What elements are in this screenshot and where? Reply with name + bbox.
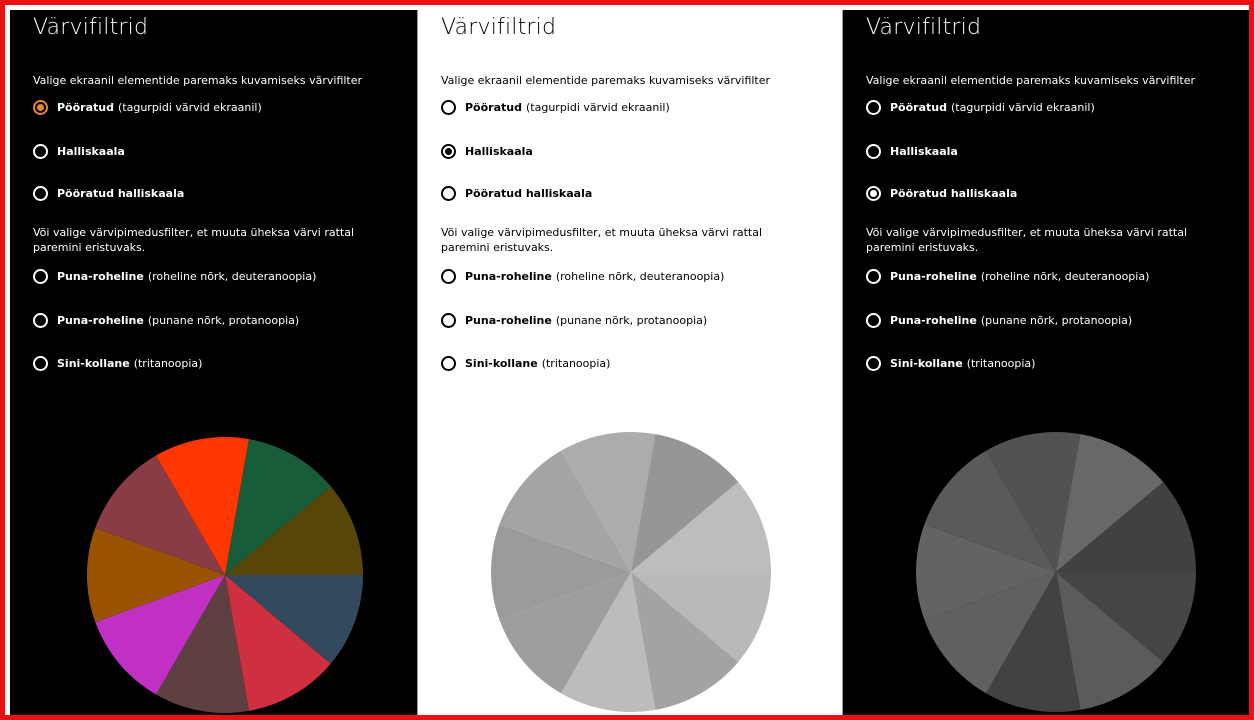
filter-description: Valige ekraanil elementide paremaks kuva… <box>33 74 363 87</box>
option-label: Halliskaala <box>57 145 125 158</box>
radio-button-icon[interactable] <box>441 356 456 371</box>
radio-button-icon[interactable] <box>33 100 48 115</box>
option-detail: (roheline nõrk, deuteranoopia) <box>555 270 725 283</box>
colorblind-description: Või valige värvipimedusfilter, et muuta … <box>441 226 763 254</box>
colorblind-description: Või valige värvipimedusfilter, et muuta … <box>33 226 355 254</box>
radio-option-protanopia[interactable]: Puna-roheline (punane nõrk, protanoopia) <box>866 313 1132 328</box>
option-label: Sini-kollane <box>465 357 538 370</box>
radio-option-grayscale[interactable]: Halliskaala <box>441 144 533 159</box>
radio-option-deuteranopia[interactable]: Puna-roheline (roheline nõrk, deuteranoo… <box>866 269 1149 284</box>
radio-button-icon[interactable] <box>33 269 48 284</box>
option-label: Pööratud halliskaala <box>890 187 1018 200</box>
option-label: Puna-roheline <box>465 270 552 283</box>
radio-button-icon[interactable] <box>441 144 456 159</box>
radio-option-deuteranopia[interactable]: Puna-roheline (roheline nõrk, deuteranoo… <box>441 269 724 284</box>
radio-button-icon[interactable] <box>866 100 881 115</box>
option-detail: (roheline nõrk, deuteranoopia) <box>147 270 317 283</box>
option-detail: (tritanoopia) <box>541 357 611 370</box>
radio-option-tritanopia[interactable]: Sini-kollane (tritanoopia) <box>866 356 1035 371</box>
option-label: Pööratud <box>57 101 114 114</box>
option-label: Puna-roheline <box>890 314 977 327</box>
filter-description: Valige ekraanil elementide paremaks kuva… <box>441 74 771 87</box>
color-wheel <box>491 432 771 712</box>
option-label: Puna-roheline <box>57 314 144 327</box>
option-label: Puna-roheline <box>890 270 977 283</box>
radio-option-inverted-grayscale[interactable]: Pööratud halliskaala <box>441 186 592 201</box>
filter-description: Valige ekraanil elementide paremaks kuva… <box>866 74 1196 87</box>
panel-inverted: Värvifiltrid Valige ekraanil elementide … <box>10 10 417 715</box>
radio-option-grayscale[interactable]: Halliskaala <box>33 144 125 159</box>
option-detail: (punane nõrk, protanoopia) <box>980 314 1133 327</box>
option-detail: (roheline nõrk, deuteranoopia) <box>980 270 1150 283</box>
radio-option-deuteranopia[interactable]: Puna-roheline (roheline nõrk, deuteranoo… <box>33 269 316 284</box>
radio-button-icon[interactable] <box>866 313 881 328</box>
radio-option-inverted[interactable]: Pööratud (tagurpidi värvid ekraanil) <box>33 100 262 115</box>
option-detail: (tagurpidi värvid ekraanil) <box>118 101 262 114</box>
option-label: Pööratud <box>465 101 522 114</box>
radio-option-protanopia[interactable]: Puna-roheline (punane nõrk, protanoopia) <box>441 313 707 328</box>
radio-option-inverted-grayscale[interactable]: Pööratud halliskaala <box>33 186 184 201</box>
option-label: Pööratud halliskaala <box>465 187 593 200</box>
option-label: Pööratud <box>890 101 947 114</box>
radio-option-tritanopia[interactable]: Sini-kollane (tritanoopia) <box>441 356 610 371</box>
option-label: Puna-roheline <box>465 314 552 327</box>
option-label: Pööratud halliskaala <box>57 187 185 200</box>
option-detail: (tritanoopia) <box>133 357 203 370</box>
radio-option-protanopia[interactable]: Puna-roheline (punane nõrk, protanoopia) <box>33 313 299 328</box>
option-detail: (tagurpidi värvid ekraanil) <box>951 101 1095 114</box>
page-title: Värvifiltrid <box>866 15 982 40</box>
radio-button-icon[interactable] <box>441 269 456 284</box>
option-detail: (tagurpidi värvid ekraanil) <box>526 101 670 114</box>
color-wheel <box>86 437 363 713</box>
radio-button-icon[interactable] <box>866 186 881 201</box>
radio-button-icon[interactable] <box>33 144 48 159</box>
radio-button-icon[interactable] <box>866 144 881 159</box>
page-title: Värvifiltrid <box>33 15 149 40</box>
radio-button-icon[interactable] <box>33 186 48 201</box>
colorblind-description: Või valige värvipimedusfilter, et muuta … <box>866 226 1188 254</box>
radio-button-icon[interactable] <box>866 269 881 284</box>
radio-option-inverted-grayscale[interactable]: Pööratud halliskaala <box>866 186 1017 201</box>
option-label: Halliskaala <box>465 145 533 158</box>
radio-button-icon[interactable] <box>33 313 48 328</box>
option-detail: (punane nõrk, protanoopia) <box>555 314 708 327</box>
option-label: Halliskaala <box>890 145 958 158</box>
radio-option-inverted[interactable]: Pööratud (tagurpidi värvid ekraanil) <box>441 100 670 115</box>
radio-button-icon[interactable] <box>33 356 48 371</box>
radio-button-icon[interactable] <box>866 356 881 371</box>
radio-button-icon[interactable] <box>441 186 456 201</box>
color-wheel <box>916 432 1196 712</box>
radio-button-icon[interactable] <box>441 100 456 115</box>
page-title: Värvifiltrid <box>441 15 557 40</box>
option-detail: (punane nõrk, protanoopia) <box>147 314 300 327</box>
option-label: Puna-roheline <box>57 270 144 283</box>
option-detail: (tritanoopia) <box>966 357 1036 370</box>
radio-option-tritanopia[interactable]: Sini-kollane (tritanoopia) <box>33 356 202 371</box>
option-label: Sini-kollane <box>890 357 963 370</box>
radio-button-icon[interactable] <box>441 313 456 328</box>
panel-grayscale: Värvifiltrid Valige ekraanil elementide … <box>417 10 843 715</box>
radio-option-grayscale[interactable]: Halliskaala <box>866 144 958 159</box>
option-label: Sini-kollane <box>57 357 130 370</box>
radio-option-inverted[interactable]: Pööratud (tagurpidi värvid ekraanil) <box>866 100 1095 115</box>
panel-inverted-grayscale: Värvifiltrid Valige ekraanil elementide … <box>843 10 1249 715</box>
screenshot-frame: Värvifiltrid Valige ekraanil elementide … <box>0 0 1254 720</box>
